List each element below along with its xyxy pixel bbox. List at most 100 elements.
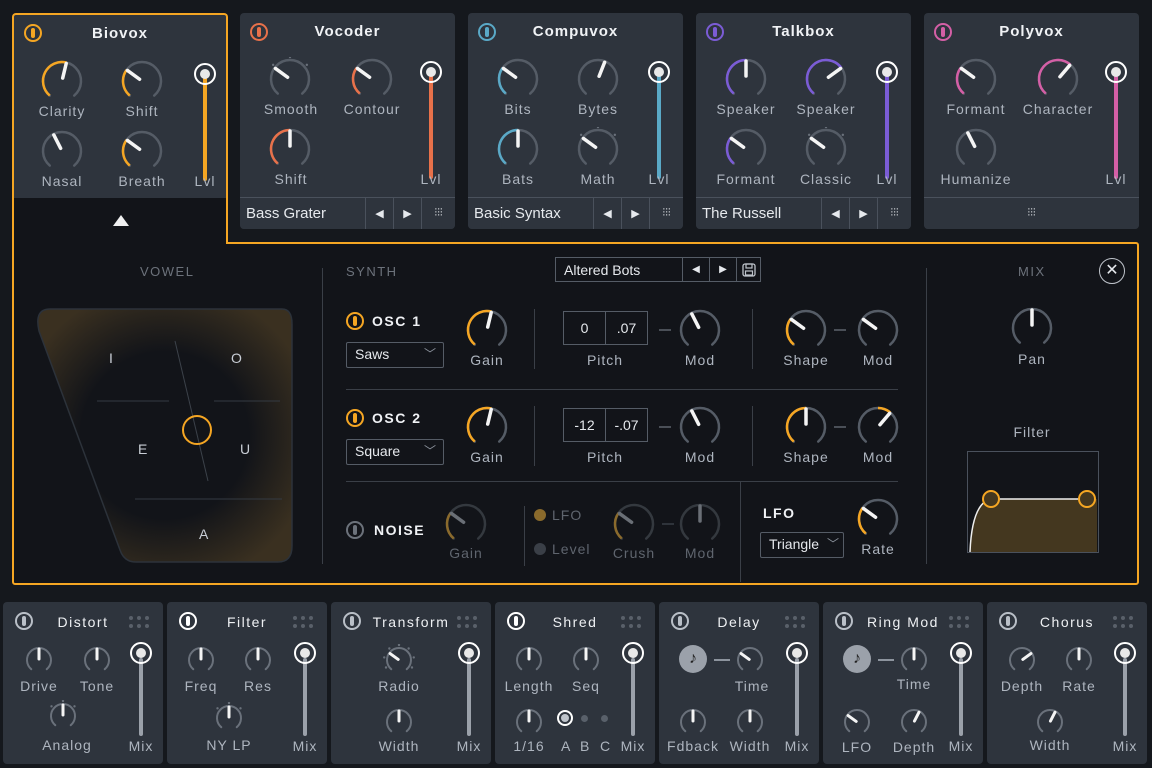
knob-lfo[interactable]: [841, 706, 873, 738]
drag-grip-icon[interactable]: [621, 616, 641, 628]
lfo-radio[interactable]: [534, 509, 546, 521]
prev-preset-button[interactable]: ◀: [365, 198, 393, 229]
vowel-pad[interactable]: [34, 306, 294, 566]
prev-preset-button[interactable]: ◀: [682, 258, 709, 281]
filter-graph[interactable]: [967, 451, 1099, 555]
knob-rate-division[interactable]: [513, 706, 545, 738]
knob-speaker[interactable]: [724, 57, 768, 101]
knob-time[interactable]: [898, 644, 930, 676]
knob-length[interactable]: [513, 644, 545, 676]
pattern-b-radio[interactable]: [581, 715, 588, 722]
module-polyvox[interactable]: Polyvox Formant Character Humanize Lvl ⫶…: [924, 13, 1139, 229]
knob-tone[interactable]: [81, 644, 113, 676]
level-slider-track[interactable]: [203, 77, 207, 181]
knob-res[interactable]: [242, 644, 274, 676]
knob-bats[interactable]: [496, 127, 540, 171]
mix-slider-handle[interactable]: [950, 642, 972, 664]
next-preset-button[interactable]: ▶: [621, 198, 649, 229]
knob-analog[interactable]: [47, 700, 79, 732]
drag-grip-icon[interactable]: [1113, 616, 1133, 628]
fx-filter[interactable]: Filter Freq Res NY LP Mix: [167, 602, 327, 764]
close-button[interactable]: ✕: [1099, 258, 1125, 284]
osc1-pitch-mod-knob[interactable]: [678, 308, 722, 352]
knob-bytes[interactable]: [576, 57, 620, 101]
drag-grip-icon[interactable]: [129, 616, 149, 628]
lfo-wave-select[interactable]: Triangle ﹀: [760, 532, 844, 558]
knob-nasal[interactable]: [40, 129, 84, 173]
save-icon[interactable]: [736, 258, 760, 281]
fx-ring-mod[interactable]: Ring Mod ♪ Time LFO Depth Mix: [823, 602, 983, 764]
level-slider-handle[interactable]: [194, 63, 216, 85]
noise-crush-knob[interactable]: [612, 502, 656, 546]
knob-formant[interactable]: [954, 57, 998, 101]
collapse-arrow-icon[interactable]: [113, 215, 129, 226]
level-slider-handle[interactable]: [876, 61, 898, 83]
knob-seq[interactable]: [570, 644, 602, 676]
osc2-gain-knob[interactable]: [465, 405, 509, 449]
drag-grip-icon[interactable]: [949, 616, 969, 628]
settings-sliders-icon[interactable]: ⫶⫶⫶: [421, 198, 455, 229]
drag-grip-icon[interactable]: [457, 616, 477, 628]
mix-slider-handle[interactable]: [786, 642, 808, 664]
knob-math[interactable]: [576, 127, 620, 171]
mix-slider-handle[interactable]: [294, 642, 316, 664]
pattern-c-radio[interactable]: [601, 715, 608, 722]
synth-preset-name[interactable]: Altered Bots: [556, 258, 682, 281]
module-vocoder[interactable]: Vocoder Smooth Contour Shift Lvl Bass Gr…: [240, 13, 455, 229]
osc1-wave-select[interactable]: Saws ﹀: [346, 342, 444, 368]
knob-character[interactable]: [1036, 57, 1080, 101]
knob-freq[interactable]: [185, 644, 217, 676]
knob-shift[interactable]: [268, 127, 312, 171]
level-slider-handle[interactable]: [648, 61, 670, 83]
preset-name[interactable]: Basic Syntax: [468, 198, 593, 229]
osc1-shape-knob[interactable]: [784, 308, 828, 352]
settings-sliders-icon[interactable]: ⫶⫶⫶: [924, 198, 1139, 229]
level-radio[interactable]: [534, 543, 546, 555]
knob-breath[interactable]: [120, 129, 164, 173]
mix-slider-track[interactable]: [1123, 658, 1127, 736]
prev-preset-button[interactable]: ◀: [593, 198, 621, 229]
mix-slider-track[interactable]: [303, 658, 307, 736]
tempo-sync-note-icon[interactable]: ♪: [679, 645, 707, 673]
osc2-pitch-coarse[interactable]: -12: [563, 408, 606, 442]
module-compuvox[interactable]: Compuvox Bits Bytes Bats Math Lvl Basic …: [468, 13, 683, 229]
drag-grip-icon[interactable]: [293, 616, 313, 628]
mix-slider-track[interactable]: [139, 658, 143, 736]
settings-sliders-icon[interactable]: ⫶⫶⫶: [877, 198, 911, 229]
mix-slider-track[interactable]: [795, 658, 799, 736]
module-talkbox[interactable]: Talkbox Speaker Speaker Formant Classic …: [696, 13, 911, 229]
noise-mod-knob[interactable]: [678, 502, 722, 546]
level-slider-track[interactable]: [429, 73, 433, 179]
level-slider-track[interactable]: [657, 73, 661, 179]
knob-width[interactable]: [383, 706, 415, 738]
osc1-power-icon[interactable]: [346, 312, 364, 330]
knob-rate[interactable]: [1063, 644, 1095, 676]
module-biovox[interactable]: Biovox Clarity Shift Nasal Breath Lvl: [12, 13, 228, 246]
tempo-sync-note-icon[interactable]: ♪: [843, 645, 871, 673]
knob-width[interactable]: [734, 706, 766, 738]
knob-time[interactable]: [734, 644, 766, 676]
osc1-pitch-coarse[interactable]: 0: [563, 311, 606, 345]
pattern-a-radio[interactable]: [557, 710, 573, 726]
settings-sliders-icon[interactable]: ⫶⫶⫶: [649, 198, 683, 229]
osc1-gain-knob[interactable]: [465, 308, 509, 352]
knob-width[interactable]: [1034, 706, 1066, 738]
level-slider-handle[interactable]: [1105, 61, 1127, 83]
knob-classic[interactable]: [804, 127, 848, 171]
mix-slider-handle[interactable]: [1114, 642, 1136, 664]
osc2-pitch-mod-knob[interactable]: [678, 405, 722, 449]
osc1-pitch-fine[interactable]: .07: [605, 311, 648, 345]
lfo-rate-knob[interactable]: [856, 497, 900, 541]
mix-slider-handle[interactable]: [458, 642, 480, 664]
pan-knob[interactable]: [1010, 306, 1054, 350]
next-preset-button[interactable]: ▶: [393, 198, 421, 229]
knob-smooth[interactable]: [268, 57, 312, 101]
knob-humanize[interactable]: [954, 127, 998, 171]
osc2-power-icon[interactable]: [346, 409, 364, 427]
knob-depth[interactable]: [1006, 644, 1038, 676]
osc2-shape-knob[interactable]: [784, 405, 828, 449]
fx-delay[interactable]: Delay ♪ Time Fdback Width Mix: [659, 602, 819, 764]
knob-formant[interactable]: [724, 127, 768, 171]
knob-speaker-2[interactable]: [804, 57, 848, 101]
knob-drive[interactable]: [23, 644, 55, 676]
